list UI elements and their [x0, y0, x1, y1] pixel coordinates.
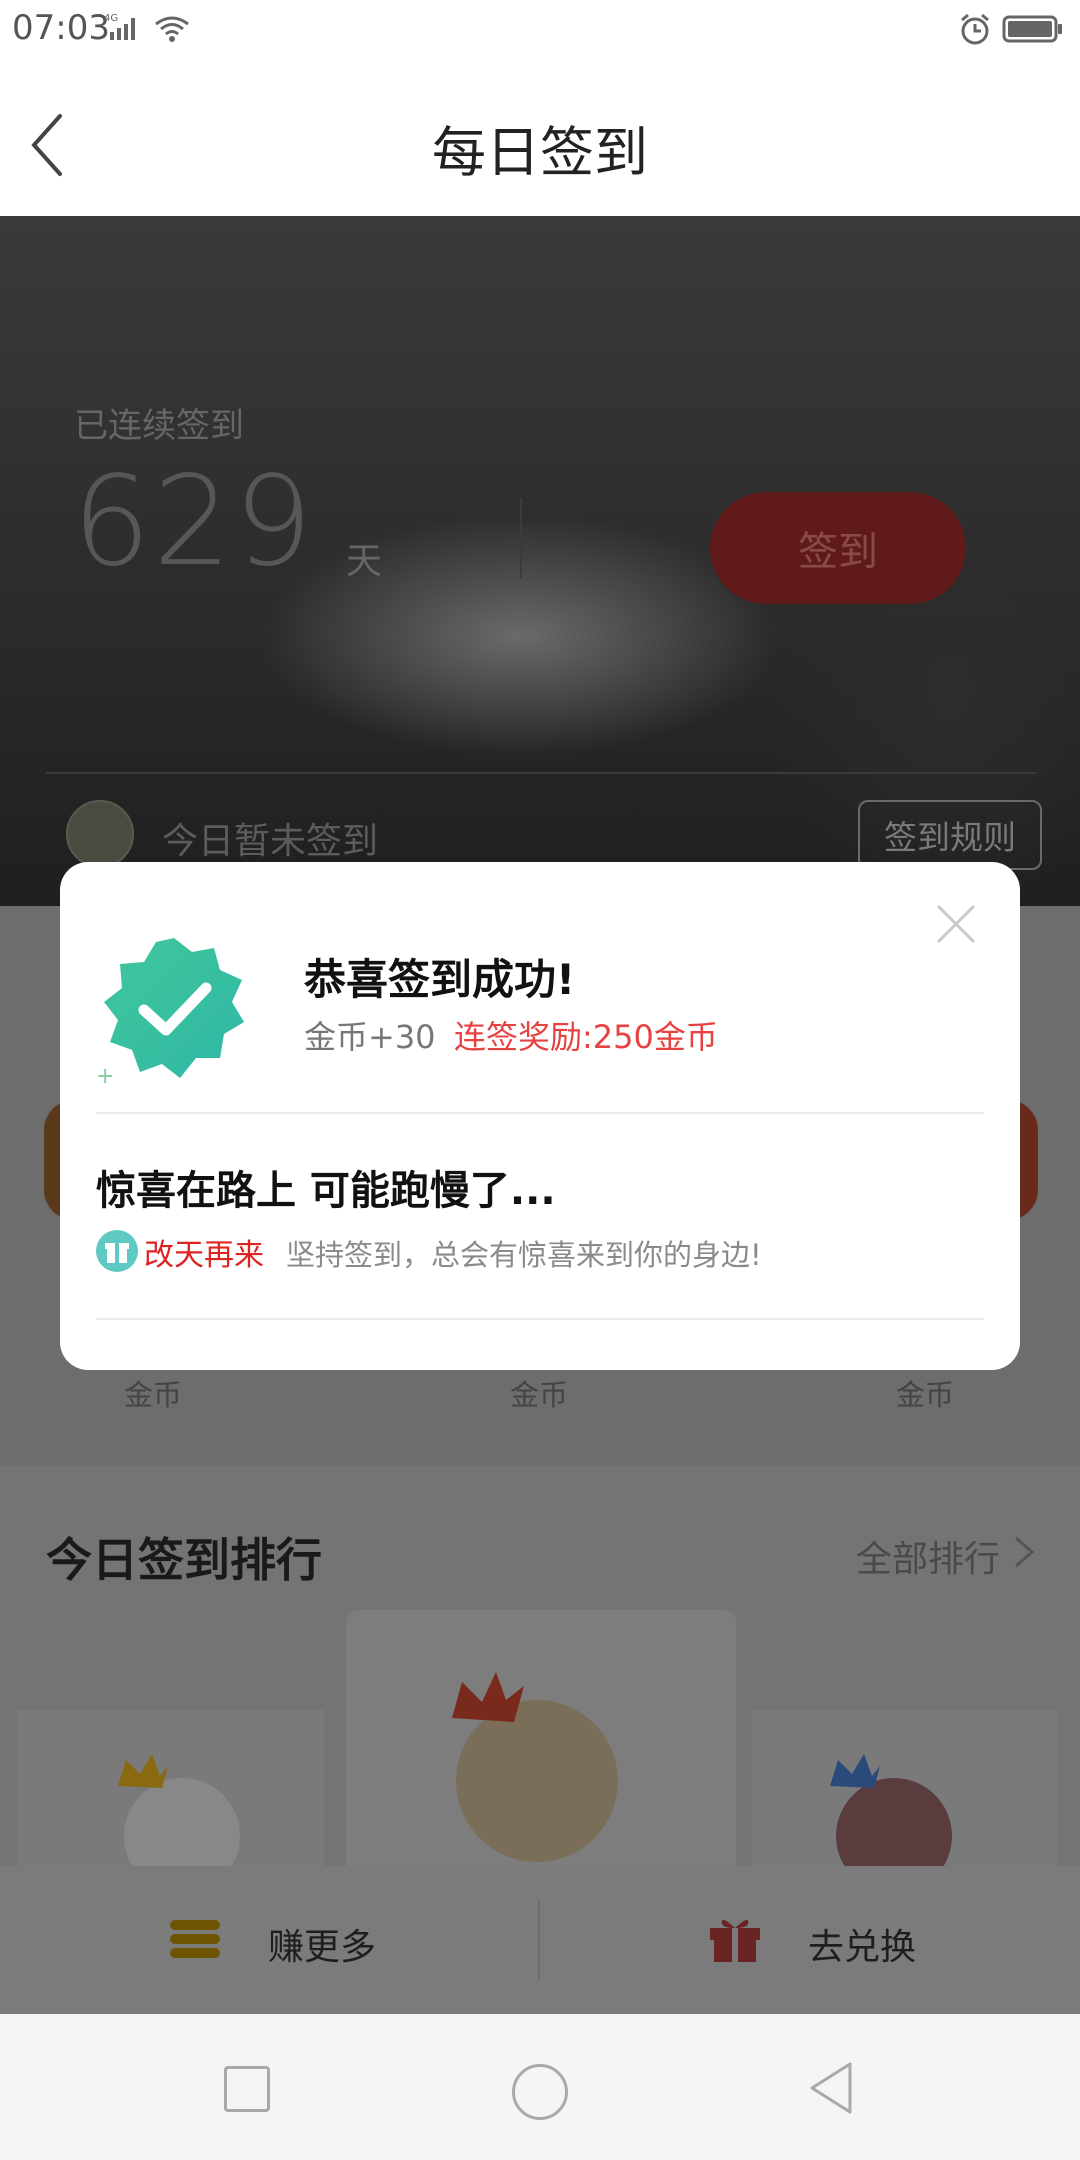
signal-icon: 4G	[104, 12, 144, 46]
dialog-divider	[96, 1318, 984, 1320]
streak-label: 已连续签到	[74, 406, 244, 446]
system-back-icon[interactable]	[806, 2060, 856, 2120]
bottom-action-bar	[0, 1866, 1080, 2014]
sparkle-icon: +	[96, 1064, 115, 1089]
wifi-icon	[152, 14, 192, 48]
success-check-icon	[100, 934, 248, 1086]
gift-icon[interactable]	[708, 1914, 762, 1968]
svg-text:4G: 4G	[104, 13, 118, 24]
crown-icon	[444, 1670, 534, 1730]
status-time: 07:03	[12, 8, 110, 48]
streak-days: 629	[72, 450, 315, 594]
alarm-icon	[958, 12, 992, 50]
come-back-label: 改天再来	[144, 1238, 264, 1273]
coin-stack-icon[interactable]	[168, 1916, 222, 1966]
streak-reward: 连签奖励:250金币	[454, 1018, 718, 1056]
recent-apps-icon[interactable]	[224, 2066, 270, 2112]
hero-divider	[520, 498, 522, 578]
ranking-title: 今日签到排行	[46, 1533, 322, 1587]
checkin-rules-button[interactable]: 签到规则	[858, 800, 1042, 870]
dialog-divider	[96, 1112, 984, 1114]
encouragement-text: 坚持签到，总会有惊喜来到你的身边!	[286, 1238, 762, 1272]
redeem-button[interactable]: 去兑换	[808, 1918, 916, 1970]
success-title: 恭喜签到成功!	[304, 955, 576, 1004]
bottom-divider	[538, 1900, 540, 1980]
coin-label: 金币	[124, 1378, 183, 1412]
coin-label: 金币	[510, 1378, 569, 1412]
crown-icon	[824, 1752, 884, 1796]
surprise-title: 惊喜在路上 可能跑慢了...	[96, 1168, 556, 1214]
chevron-right-icon[interactable]	[1012, 1534, 1036, 1574]
earn-more-button[interactable]: 赚更多	[268, 1918, 376, 1970]
today-status: 今日暂未签到	[162, 821, 379, 862]
page-title: 每日签到	[432, 121, 648, 184]
avatar	[66, 800, 134, 868]
all-ranking-link[interactable]: 全部排行	[856, 1530, 1000, 1582]
crown-icon	[112, 1752, 172, 1796]
gift-icon	[96, 1230, 138, 1272]
close-icon[interactable]	[934, 902, 978, 950]
hero-separator	[46, 772, 1036, 774]
streak-unit: 天	[346, 541, 383, 582]
home-icon[interactable]	[512, 2064, 568, 2120]
coin-reward: 金币+30	[304, 1018, 436, 1056]
checkin-button[interactable]: 签到	[710, 492, 966, 604]
battery-icon	[1002, 14, 1064, 48]
coin-label: 金币	[896, 1378, 955, 1412]
